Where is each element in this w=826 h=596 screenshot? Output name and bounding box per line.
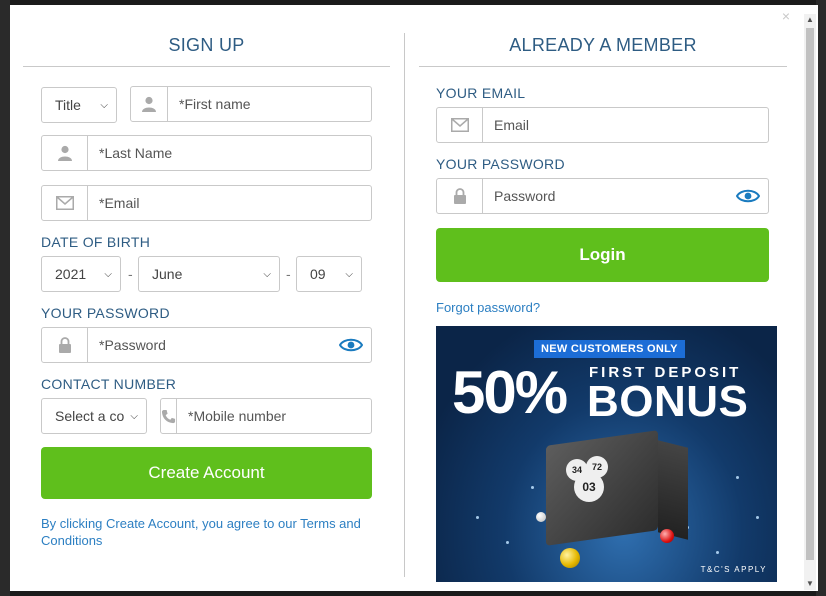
last-name-input[interactable] (88, 136, 371, 170)
dob-day-select[interactable]: 09 ⌵ (296, 256, 362, 292)
email-field[interactable] (41, 185, 372, 221)
promo-percent: 50% (452, 359, 568, 426)
dob-year-select[interactable]: 2021 ⌵ (41, 256, 121, 292)
signup-panel: SIGN UP (23, 5, 390, 67)
scroll-up-icon[interactable]: ▲ (804, 14, 816, 26)
mobile-input[interactable] (177, 399, 380, 433)
chevron-down-icon: ⌵ (130, 410, 138, 422)
chevron-down-icon: ⌵ (104, 268, 112, 280)
promo-terms: T&C'S APPLY (700, 565, 767, 574)
lock-icon (437, 179, 483, 213)
user-icon (42, 136, 88, 170)
dob-day-value: 09 (310, 266, 326, 282)
lock-icon (42, 328, 88, 362)
dob-label: DATE OF BIRTH (41, 234, 151, 250)
login-button[interactable]: Login (436, 228, 769, 282)
pool-ball-red (660, 529, 674, 543)
promo-bonus: BONUS (587, 377, 749, 426)
login-email-label: YOUR EMAIL (436, 85, 526, 101)
last-name-field[interactable] (41, 135, 372, 171)
pool-ball-yellow (560, 548, 580, 568)
dob-separator: - (286, 266, 291, 282)
signup-password-field[interactable] (41, 327, 372, 363)
dob-separator: - (128, 266, 133, 282)
gift-box-side (658, 440, 688, 540)
contact-label: CONTACT NUMBER (41, 376, 177, 392)
promo-badge: NEW CUSTOMERS ONLY (534, 340, 685, 358)
chevron-down-icon: ⌵ (345, 268, 353, 280)
dob-month-value: June (152, 266, 183, 282)
title-select-value: Title (55, 97, 81, 113)
show-password-eye-icon[interactable] (331, 328, 371, 362)
create-account-button[interactable]: Create Account (41, 447, 372, 499)
login-email-field[interactable] (436, 107, 769, 143)
terms-text[interactable]: By clicking Create Account, you agree to… (41, 515, 371, 549)
first-name-input[interactable] (168, 87, 371, 121)
title-select[interactable]: Title ⌵ (41, 87, 117, 123)
forgot-password-link[interactable]: Forgot password? (436, 299, 540, 316)
signup-password-label: YOUR PASSWORD (41, 305, 170, 321)
auth-modal: × ▲ ▼ SIGN UP Title ⌵ DATE OF BIRTH 2021… (10, 5, 818, 591)
login-heading: ALREADY A MEMBER (419, 5, 787, 67)
signup-password-input[interactable] (88, 328, 331, 362)
show-password-eye-icon[interactable] (728, 179, 768, 213)
signup-heading: SIGN UP (23, 5, 390, 67)
pool-ball-white (536, 512, 546, 522)
login-email-input[interactable] (483, 108, 768, 142)
chevron-down-icon: ⌵ (100, 99, 108, 111)
bingo-ball: 03 (574, 472, 604, 502)
column-divider (404, 33, 405, 577)
scrollbar-thumb[interactable] (806, 28, 814, 560)
mobile-field[interactable] (160, 398, 380, 434)
country-code-select[interactable]: Select a co ⌵ (41, 398, 147, 434)
phone-icon (161, 399, 177, 433)
user-icon (131, 87, 168, 121)
login-panel: ALREADY A MEMBER (419, 5, 787, 67)
first-name-field[interactable] (130, 86, 372, 122)
login-password-input[interactable] (483, 179, 728, 213)
dob-month-select[interactable]: June ⌵ (138, 256, 280, 292)
dob-year-value: 2021 (55, 266, 87, 282)
envelope-icon (42, 186, 88, 220)
scrollbar[interactable]: ▲ ▼ (804, 14, 816, 590)
chevron-down-icon: ⌵ (263, 268, 271, 280)
backdrop-left (0, 0, 10, 596)
scroll-down-icon[interactable]: ▼ (804, 578, 816, 590)
country-code-value: Select a co (55, 408, 125, 424)
login-password-field[interactable] (436, 178, 769, 214)
promo-banner[interactable]: NEW CUSTOMERS ONLY 50% FIRST DEPOSIT BON… (436, 326, 777, 582)
envelope-icon (437, 108, 483, 142)
login-password-label: YOUR PASSWORD (436, 156, 565, 172)
email-input[interactable] (88, 186, 371, 220)
